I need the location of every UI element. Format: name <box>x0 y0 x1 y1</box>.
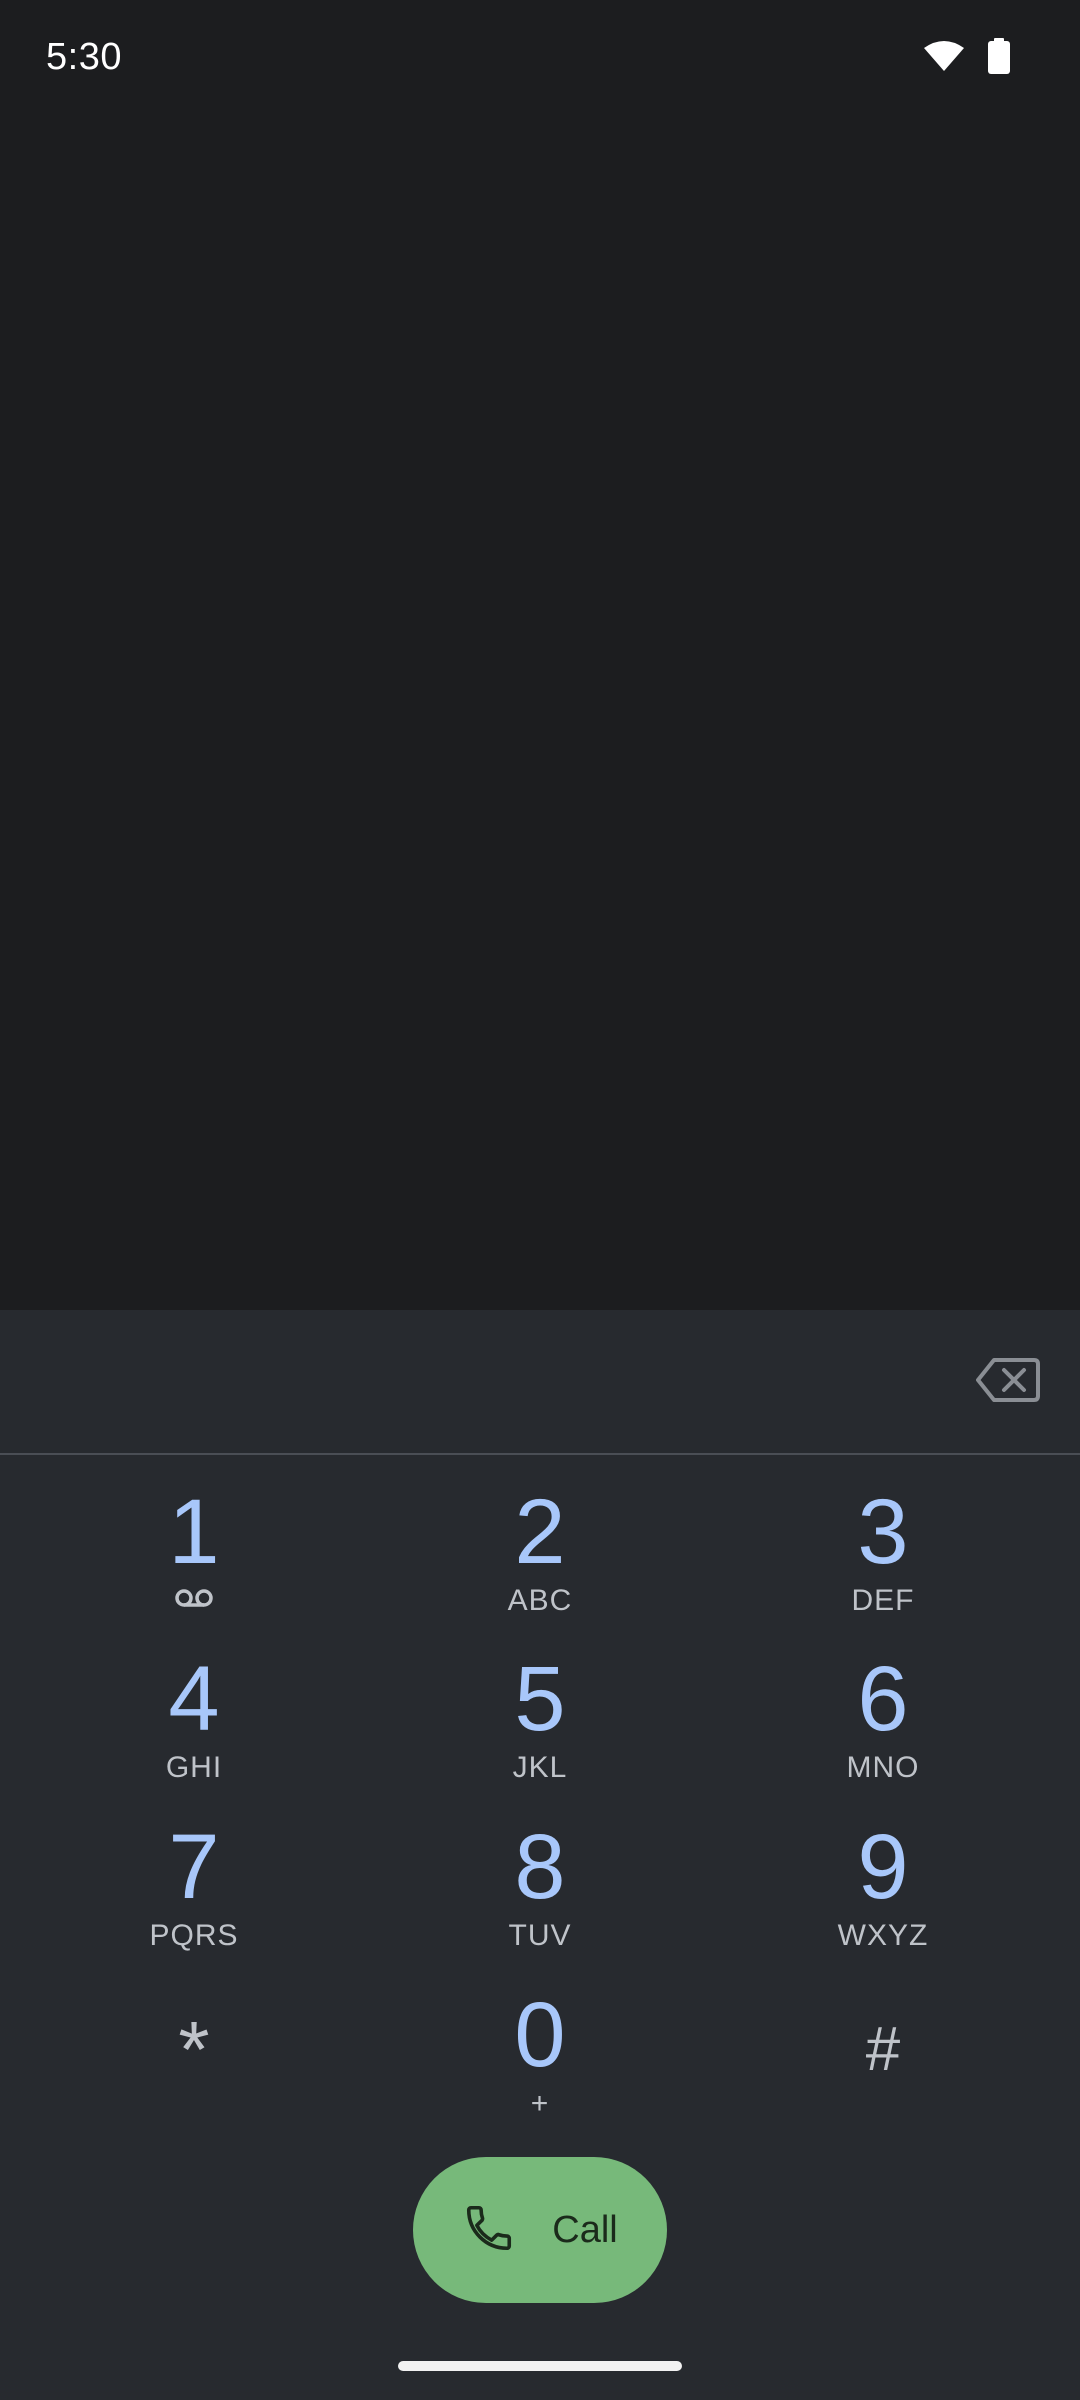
key-digit: 1 <box>168 1481 220 1583</box>
key-star[interactable]: * <box>44 1955 344 2115</box>
key-5[interactable]: 5 JKL <box>390 1619 690 1784</box>
key-digit: 8 <box>514 1816 566 1918</box>
status-time: 5:30 <box>46 36 122 78</box>
key-letters: + <box>530 2087 550 2120</box>
call-label: Call <box>552 2208 618 2251</box>
key-letters: WXYZ <box>837 1919 929 1952</box>
key-letters: JKL <box>512 1751 568 1784</box>
key-letters: PQRS <box>149 1919 239 1952</box>
key-8[interactable]: 8 TUV <box>390 1787 690 1952</box>
key-letters: TUV <box>508 1919 572 1952</box>
key-1[interactable]: 1 <box>44 1452 344 1612</box>
key-digit: 4 <box>168 1648 220 1750</box>
key-hash[interactable]: # <box>733 1955 1033 2115</box>
key-digit: * <box>178 2005 210 2094</box>
voicemail-icon <box>174 1588 214 1613</box>
status-icons <box>924 38 1010 74</box>
key-letters: DEF <box>851 1584 915 1617</box>
key-7[interactable]: 7 PQRS <box>44 1787 344 1952</box>
key-3[interactable]: 3 DEF <box>733 1452 1033 1617</box>
call-button[interactable]: Call <box>413 2157 667 2303</box>
key-4[interactable]: 4 GHI <box>44 1619 344 1784</box>
key-digit: 7 <box>168 1816 220 1918</box>
key-digit: 3 <box>857 1481 909 1583</box>
key-letters: GHI <box>165 1751 223 1784</box>
key-letters: MNO <box>846 1751 920 1784</box>
key-digit: # <box>865 2015 901 2084</box>
backspace-icon[interactable] <box>976 1356 1040 1404</box>
key-digit: 5 <box>514 1648 566 1750</box>
key-6[interactable]: 6 MNO <box>733 1619 1033 1784</box>
key-digit: 9 <box>857 1816 909 1918</box>
key-9[interactable]: 9 WXYZ <box>733 1787 1033 1952</box>
phone-icon <box>462 2201 516 2260</box>
navigation-handle[interactable] <box>398 2361 682 2371</box>
dialer-screen: 5:30 1 2 ABC 3 DEF 4 GHI 5 JKL 6 MNO 7 P… <box>0 0 1080 2400</box>
digits-field[interactable] <box>0 1310 1080 1453</box>
battery-icon <box>988 38 1010 74</box>
status-bar: 5:30 <box>0 0 1080 120</box>
key-letters: ABC <box>507 1584 573 1617</box>
key-0[interactable]: 0 + <box>390 1955 690 2120</box>
key-digit: 6 <box>857 1648 909 1750</box>
wifi-icon <box>924 40 964 72</box>
key-digit: 2 <box>514 1481 566 1583</box>
key-2[interactable]: 2 ABC <box>390 1452 690 1617</box>
key-digit: 0 <box>514 1984 566 2086</box>
